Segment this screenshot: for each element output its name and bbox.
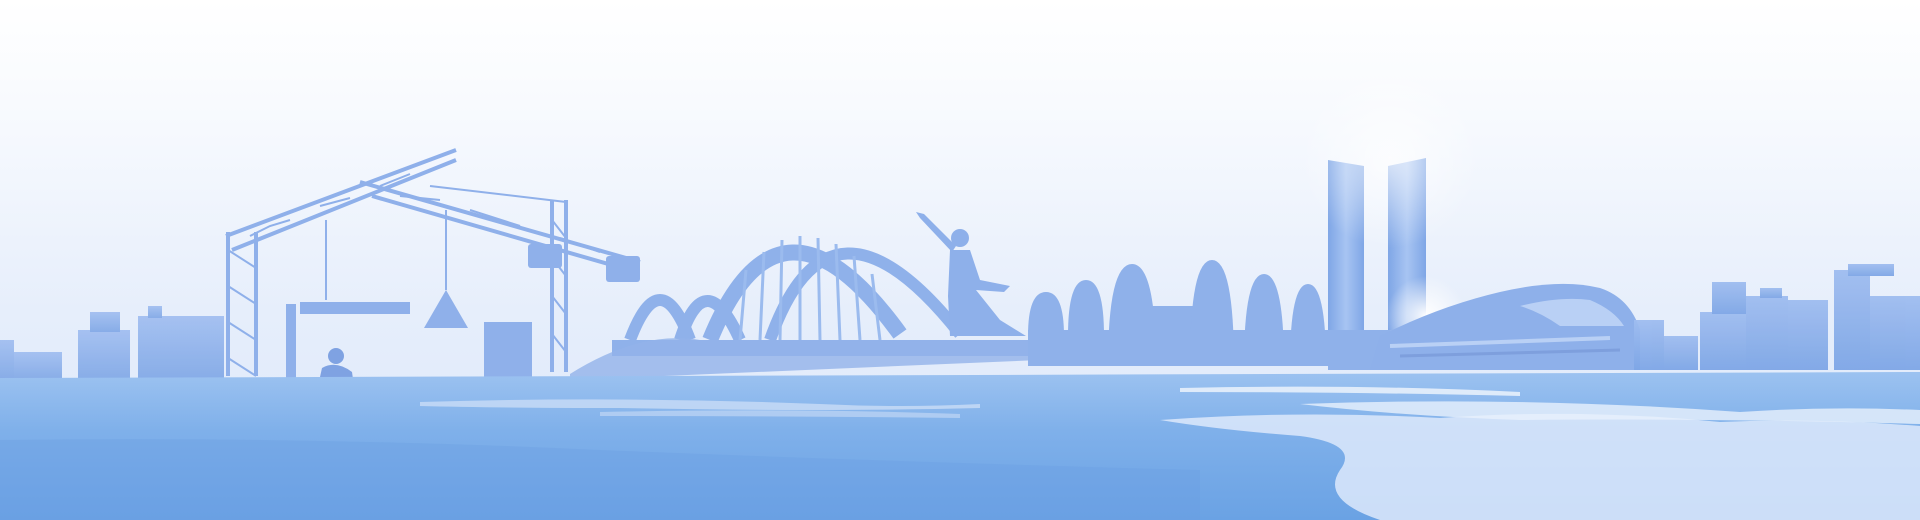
hero-banner <box>0 0 1920 520</box>
banner-illustration <box>0 0 1920 520</box>
water-reflection <box>0 372 1920 520</box>
light-glow <box>1300 68 1480 248</box>
